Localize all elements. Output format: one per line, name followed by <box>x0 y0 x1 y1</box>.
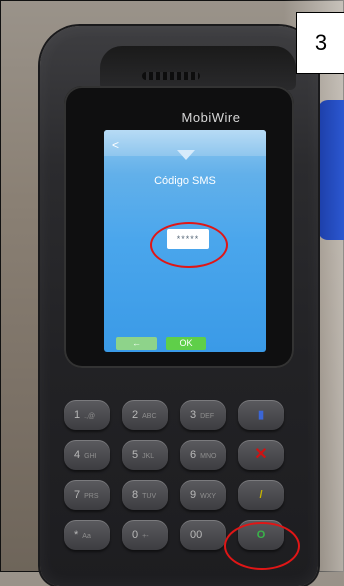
key-6[interactable]: 6 MNO <box>180 440 226 470</box>
key-00[interactable]: 00 <box>180 520 226 550</box>
back-arrow-icon[interactable]: < <box>112 138 119 152</box>
printer-slot <box>100 46 296 90</box>
highlight-ring-input <box>150 222 228 268</box>
clear-icon[interactable]: / <box>238 480 284 510</box>
highlight-ring-enter <box>224 522 300 570</box>
key-5[interactable]: 5 JKL <box>122 440 168 470</box>
key-7[interactable]: 7 PRS <box>64 480 110 510</box>
topbar-notch <box>177 150 195 160</box>
key-8[interactable]: 8 TUV <box>122 480 168 510</box>
screen-title: Código SMS <box>154 175 216 187</box>
step-number: 3 <box>296 12 344 74</box>
key-9[interactable]: 9 WXY <box>180 480 226 510</box>
key-2[interactable]: 2 ABC <box>122 400 168 430</box>
card-icon[interactable]: ▮ <box>238 400 284 430</box>
brand-logo: MobiWire <box>181 110 241 125</box>
key-star[interactable]: * Aa <box>64 520 110 550</box>
key-1[interactable]: 1 .,@ <box>64 400 110 430</box>
speaker-grille <box>142 72 200 80</box>
ok-button[interactable]: OK <box>166 337 206 350</box>
back-button[interactable]: ← <box>116 337 157 350</box>
cancel-x-icon[interactable]: ✕ <box>238 440 284 470</box>
key-3[interactable]: 3 DEF <box>180 400 226 430</box>
key-4[interactable]: 4 GHI <box>64 440 110 470</box>
blue-object <box>318 100 344 240</box>
key-0[interactable]: 0 +- <box>122 520 168 550</box>
